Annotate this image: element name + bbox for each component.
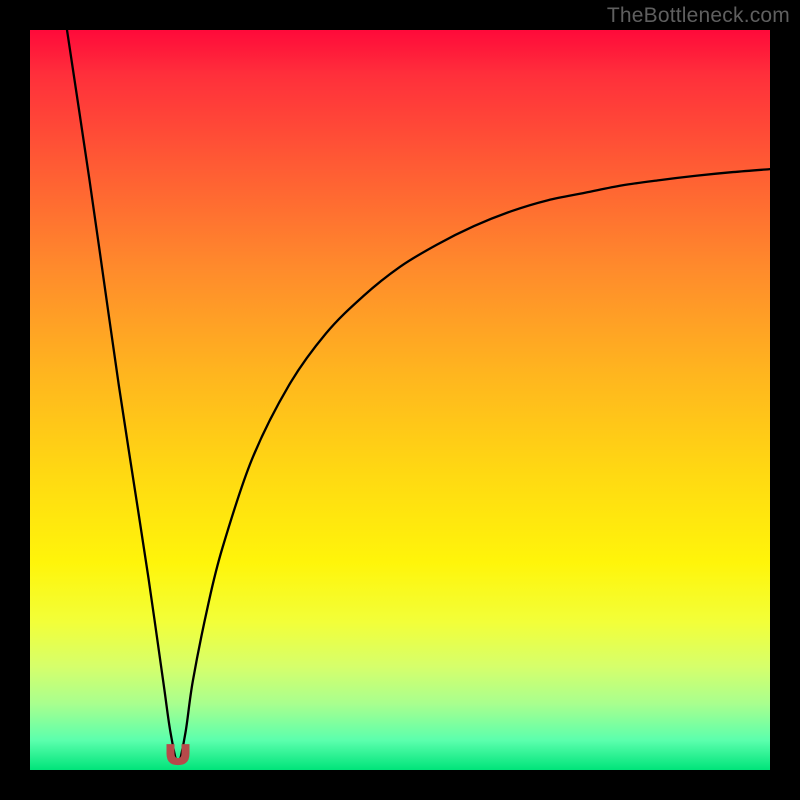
gradient-plot-area [30, 30, 770, 770]
optimal-marker-icon [167, 745, 189, 765]
bottleneck-curve [67, 30, 770, 763]
chart-frame: TheBottleneck.com [0, 0, 800, 800]
curve-layer [30, 30, 770, 770]
watermark-text: TheBottleneck.com [607, 4, 790, 28]
